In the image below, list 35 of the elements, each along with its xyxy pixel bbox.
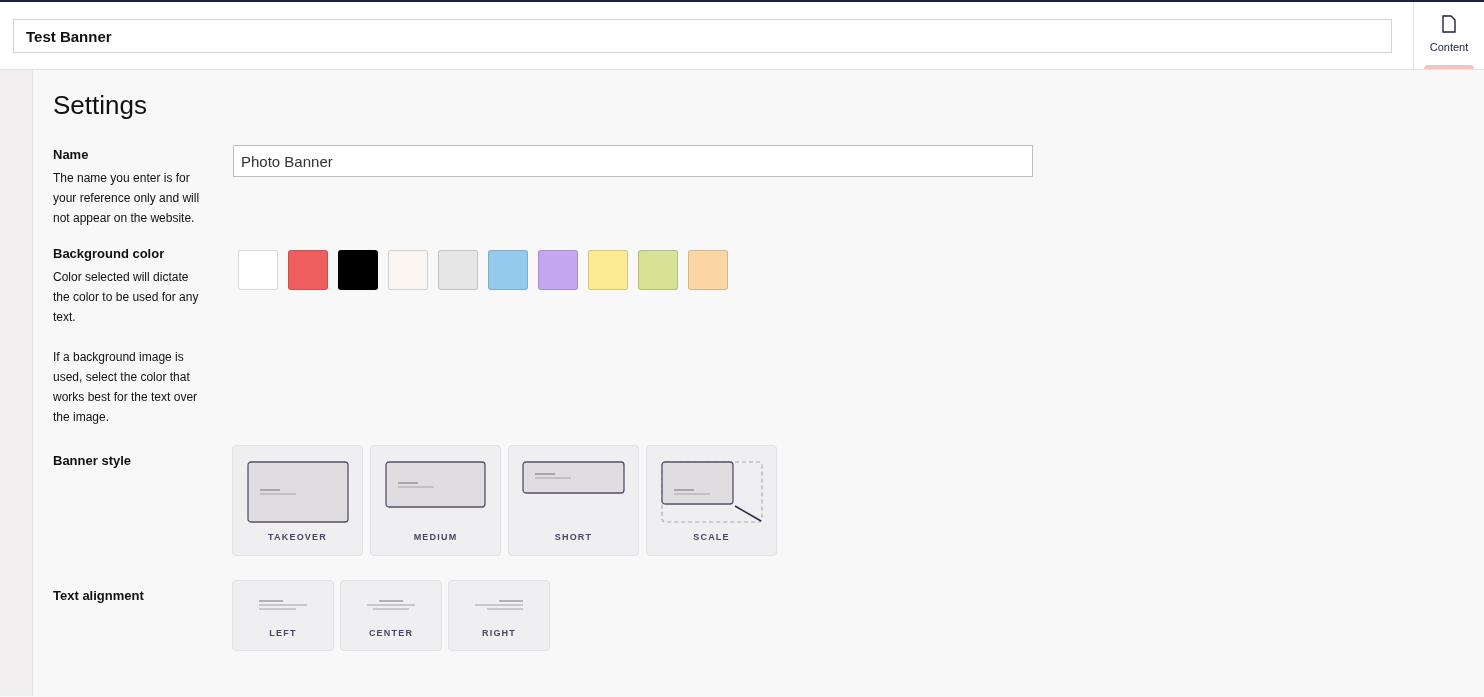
settings-heading: Settings bbox=[53, 89, 148, 122]
text-alignment-option[interactable]: RIGHT bbox=[448, 580, 550, 651]
banner-short-icon bbox=[522, 461, 625, 494]
color-swatch[interactable] bbox=[688, 250, 728, 290]
banner-style-option[interactable]: SCALE bbox=[646, 445, 777, 556]
name-label: Name bbox=[53, 146, 90, 164]
banner-scale-icon bbox=[660, 461, 763, 523]
banner-medium-icon bbox=[385, 461, 486, 508]
banner-style-option[interactable]: MEDIUM bbox=[370, 445, 501, 556]
document-icon bbox=[1442, 15, 1456, 33]
text-alignment-option[interactable]: CENTER bbox=[340, 580, 442, 651]
color-swatch[interactable] bbox=[238, 250, 278, 290]
align-right-icon bbox=[474, 600, 524, 610]
banner-style-option[interactable]: TAKEOVER bbox=[232, 445, 363, 556]
color-swatch[interactable] bbox=[638, 250, 678, 290]
color-swatch[interactable] bbox=[588, 250, 628, 290]
color-swatch[interactable] bbox=[338, 250, 378, 290]
name-description: The name you enter is for your reference only and will not appear on the website. bbox=[53, 170, 201, 227]
color-swatch[interactable] bbox=[488, 250, 528, 290]
banner-takeover-icon bbox=[246, 461, 349, 523]
background-color-label: Background color bbox=[53, 245, 166, 263]
color-swatch[interactable] bbox=[538, 250, 578, 290]
align-left-icon bbox=[258, 600, 308, 610]
color-swatch[interactable] bbox=[388, 250, 428, 290]
text-alignment-option[interactable]: LEFT bbox=[232, 580, 334, 651]
banner-style-label: Banner style bbox=[53, 452, 133, 470]
color-swatch[interactable] bbox=[438, 250, 478, 290]
title-field[interactable]: Test Banner bbox=[13, 19, 1392, 53]
banner-style-option[interactable]: SHORT bbox=[508, 445, 639, 556]
background-color-description: Color selected will dictate the color to be used for any text. bbox=[53, 269, 200, 326]
text-alignment-label: Text alignment bbox=[53, 587, 145, 605]
name-input[interactable]: Photo Banner bbox=[233, 145, 1033, 177]
align-center-icon bbox=[366, 600, 416, 610]
background-color-description: If a background image is used, select the color that works best for the text over the image. bbox=[53, 349, 199, 426]
color-swatch[interactable] bbox=[288, 250, 328, 290]
